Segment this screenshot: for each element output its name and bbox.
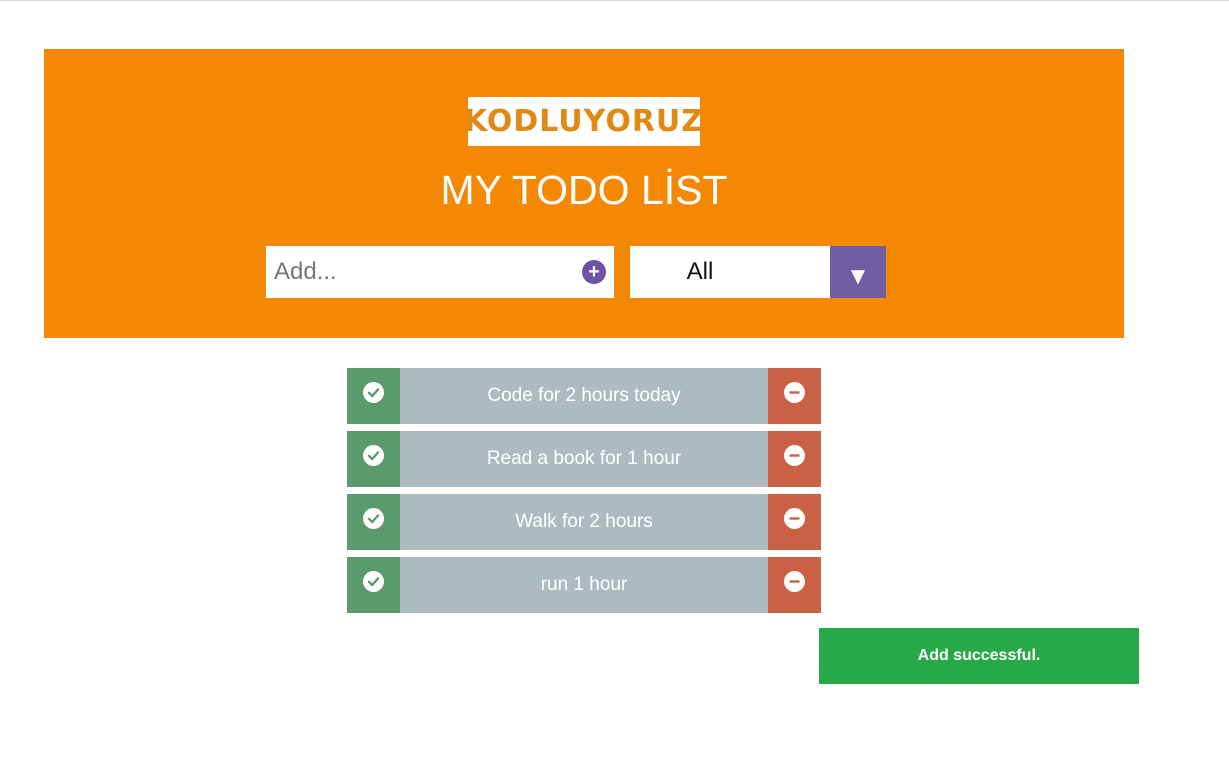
- filter-select[interactable]: All ▼: [630, 246, 886, 298]
- complete-todo-button[interactable]: [347, 557, 400, 613]
- todo-item: Read a book for 1 hour: [347, 431, 821, 487]
- top-border: [0, 0, 1229, 1]
- header-panel: KODLUYORUZ MY TODO LİST + All ▼: [44, 49, 1124, 338]
- todo-text[interactable]: Read a book for 1 hour: [400, 431, 768, 487]
- complete-todo-button[interactable]: [347, 368, 400, 424]
- todo-item: Walk for 2 hours: [347, 494, 821, 550]
- check-circle-icon: [363, 508, 384, 529]
- todo-item: Code for 2 hours today: [347, 368, 821, 424]
- minus-circle-icon: [784, 382, 805, 403]
- plus-circle-icon[interactable]: +: [582, 260, 606, 284]
- complete-todo-button[interactable]: [347, 494, 400, 550]
- remove-todo-button[interactable]: [768, 368, 821, 424]
- kodluyoruz-logo: KODLUYORUZ: [464, 97, 703, 146]
- add-todo-form: +: [266, 246, 614, 298]
- todo-text[interactable]: Walk for 2 hours: [400, 494, 768, 550]
- remove-todo-button[interactable]: [768, 494, 821, 550]
- remove-todo-button[interactable]: [768, 557, 821, 613]
- check-circle-icon: [363, 571, 384, 592]
- todo-text[interactable]: Code for 2 hours today: [400, 368, 768, 424]
- filter-selected-value: All: [686, 258, 714, 285]
- complete-todo-button[interactable]: [347, 431, 400, 487]
- check-circle-icon: [363, 445, 384, 466]
- minus-circle-icon: [784, 571, 805, 592]
- logo-text: KODLUYORUZ: [463, 104, 705, 139]
- todo-list: Code for 2 hours today Read a book for 1…: [347, 368, 821, 620]
- add-todo-input[interactable]: [266, 246, 574, 298]
- success-toast: Add successful.: [819, 628, 1139, 684]
- check-circle-icon: [363, 382, 384, 403]
- minus-circle-icon: [784, 445, 805, 466]
- remove-todo-button[interactable]: [768, 431, 821, 487]
- todo-item: run 1 hour: [347, 557, 821, 613]
- todo-text[interactable]: run 1 hour: [400, 557, 768, 613]
- minus-circle-icon: [784, 508, 805, 529]
- page-title: MY TODO LİST: [440, 167, 728, 213]
- triangle-down-icon[interactable]: ▼: [830, 246, 886, 298]
